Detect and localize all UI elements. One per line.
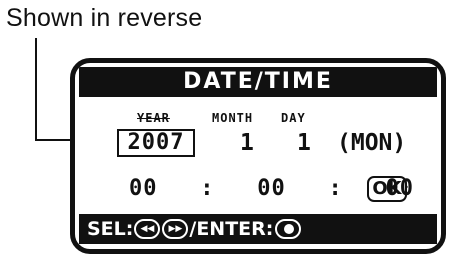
hour-value[interactable]: 00 xyxy=(129,176,158,201)
rewind-icon: ◀◀ xyxy=(134,219,161,239)
weekday-value: (MON) xyxy=(337,130,407,156)
enter-button-icon xyxy=(275,219,302,239)
ok-button[interactable]: OK xyxy=(367,176,407,202)
time-separator: : xyxy=(200,176,215,201)
year-label: YEAR xyxy=(137,111,170,125)
day-label: DAY xyxy=(281,111,306,125)
enter-label: /ENTER: xyxy=(189,218,274,240)
screen-title: DATE/TIME xyxy=(79,67,437,97)
footer-hint-bar: SEL: ◀◀ ▶▶ /ENTER: xyxy=(79,214,437,244)
fast-forward-icon: ▶▶ xyxy=(162,219,189,239)
time-separator: : xyxy=(328,176,343,201)
lcd-screen: DATE/TIME YEAR MONTH DAY 2007 1 1 (MON) … xyxy=(70,58,446,254)
sel-label: SEL: xyxy=(87,218,134,240)
month-value[interactable]: 1 xyxy=(240,129,254,157)
month-label: MONTH xyxy=(212,111,254,125)
year-value[interactable]: 2007 xyxy=(117,129,195,157)
day-value[interactable]: 1 xyxy=(297,129,311,157)
minute-value[interactable]: 00 xyxy=(257,176,286,201)
